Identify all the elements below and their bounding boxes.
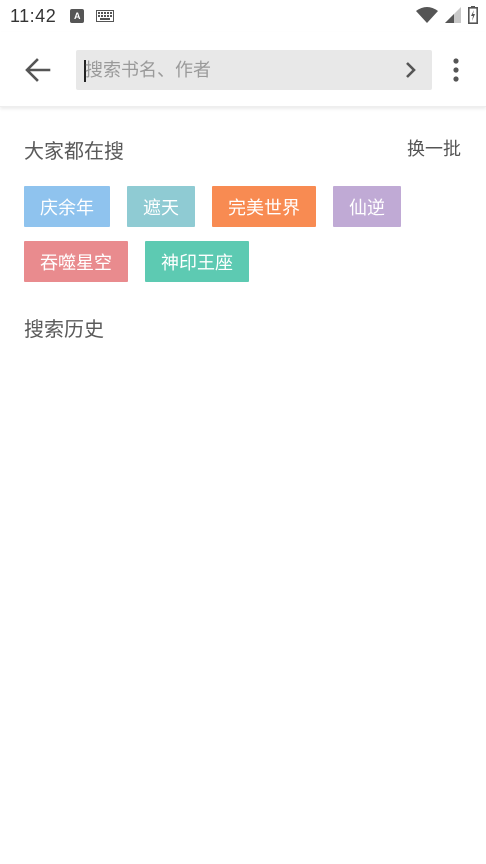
search-history-title: 搜索历史 [24, 317, 104, 341]
refresh-button[interactable]: 换一批 [407, 135, 461, 161]
hot-tag[interactable]: 仙逆 [333, 186, 401, 227]
signal-icon [445, 7, 461, 23]
search-input[interactable] [85, 50, 395, 90]
status-bar: 11:42 A [0, 0, 486, 32]
hot-tag[interactable]: 吞噬星空 [24, 241, 128, 282]
more-options-button[interactable] [444, 56, 468, 84]
hot-tag[interactable]: 完美世界 [212, 186, 316, 227]
hot-searches-title: 大家都在搜 [24, 139, 124, 163]
battery-icon [468, 6, 478, 24]
app-bar [0, 32, 486, 107]
hot-search-tags: 庆余年 遮天 完美世界 仙逆 吞噬星空 神印王座 [24, 186, 464, 282]
keyboard-icon [96, 10, 115, 22]
accessibility-a-icon: A [70, 9, 85, 23]
wifi-icon [416, 7, 438, 23]
more-vertical-icon [453, 58, 459, 82]
a-icon-letter: A [73, 11, 81, 21]
hot-tag[interactable]: 遮天 [127, 186, 195, 227]
arrow-left-icon [25, 58, 51, 82]
status-right-icons [416, 6, 478, 24]
status-time: 11:42 [10, 5, 57, 26]
status-left-icons: A [70, 9, 115, 23]
back-button[interactable] [20, 54, 56, 86]
search-box[interactable] [76, 50, 432, 90]
screen: 11:42 A 搜索书名、作者 大家都在搜 换一批 庆余年 遮天 完美世界 仙逆… [0, 0, 486, 864]
chevron-right-icon [406, 62, 416, 78]
hot-tag[interactable]: 庆余年 [24, 186, 110, 227]
hot-tag[interactable]: 神印王座 [145, 241, 249, 282]
search-go-button[interactable] [400, 59, 422, 81]
